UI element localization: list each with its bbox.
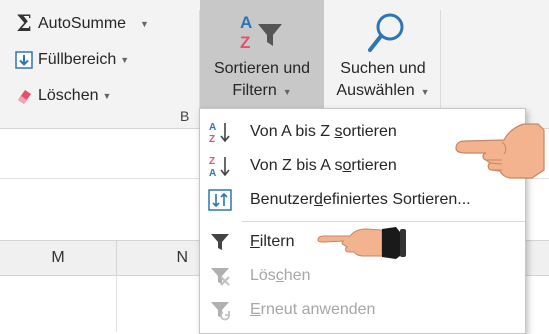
grid-line	[116, 275, 117, 332]
editing-group-small-buttons: Σ AutoSumme ▼ Füllbereich ▼ Löschen ▼	[0, 0, 149, 128]
pointing-hand-small-icon	[316, 226, 408, 265]
sort-filter-icon: A Z	[238, 12, 286, 59]
chevron-down-icon[interactable]: ▼	[103, 91, 112, 101]
svg-text:Z: Z	[209, 134, 215, 144]
svg-text:A: A	[240, 13, 252, 32]
fill-button[interactable]: Füllbereich ▼	[14, 48, 129, 72]
sort-filter-label: Sortieren und Filtern ▼	[213, 60, 311, 99]
autosum-label: AutoSumme	[38, 15, 127, 32]
clear-button[interactable]: Löschen ▼	[14, 84, 111, 108]
column-header-m[interactable]: M	[0, 241, 117, 275]
menu-item-label: Filtern	[250, 233, 295, 250]
menu-item-label: Löschen	[250, 267, 311, 284]
svg-text:Z: Z	[209, 156, 215, 167]
fill-down-icon	[14, 50, 34, 70]
menu-item-label: Von A bis Z sortieren	[250, 123, 397, 140]
menu-separator	[242, 221, 525, 222]
magnifier-icon	[366, 12, 406, 61]
group-label-fragment: B	[180, 108, 190, 124]
eraser-icon	[14, 86, 34, 106]
chevron-down-icon[interactable]: ▼	[140, 19, 149, 29]
menu-item-label: Von Z bis A sortieren	[250, 157, 397, 174]
clear-filter-icon	[206, 262, 234, 290]
clear-label: Löschen	[38, 87, 99, 104]
reapply-filter-icon	[206, 296, 234, 324]
chevron-down-icon[interactable]: ▼	[120, 55, 129, 65]
group-divider	[440, 10, 441, 118]
svg-text:Z: Z	[240, 33, 250, 52]
filter-icon	[206, 228, 234, 256]
menu-item-reapply[interactable]: Erneut anwenden	[200, 293, 525, 327]
pointing-hand-icon	[452, 112, 548, 197]
find-select-button[interactable]: Suchen und Auswählen ▼	[326, 0, 440, 112]
sort-a-z-icon: A Z	[206, 118, 234, 146]
svg-text:A: A	[209, 122, 216, 133]
custom-sort-icon	[206, 186, 234, 214]
menu-item-label: Erneut anwenden	[250, 301, 376, 318]
menu-item-label: Benutzerdefiniertes Sortieren...	[250, 191, 471, 208]
column-header-n[interactable]: N	[117, 241, 203, 275]
sort-filter-button[interactable]: A Z Sortieren und Filtern ▼	[200, 0, 324, 112]
autosum-button[interactable]: Σ AutoSumme ▼	[14, 12, 149, 36]
fill-label: Füllbereich	[38, 51, 117, 68]
find-select-label: Suchen und Auswählen ▼	[336, 60, 430, 99]
sort-z-a-icon: Z A	[206, 152, 234, 180]
sigma-icon: Σ	[16, 11, 32, 37]
svg-text:A: A	[209, 168, 216, 178]
